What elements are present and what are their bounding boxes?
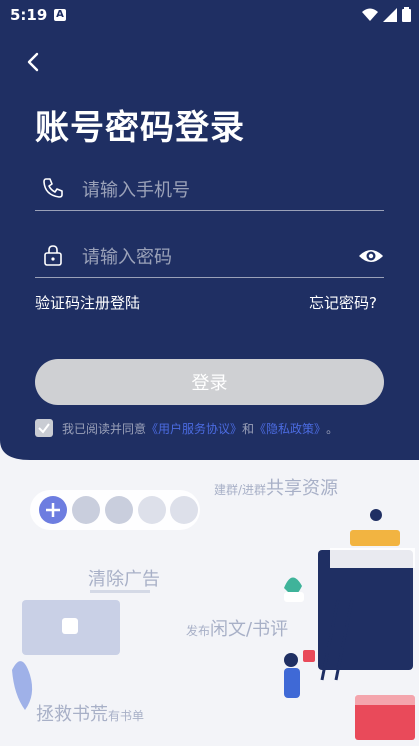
phone-input[interactable] bbox=[80, 174, 344, 206]
page-title: 账号密码登录 bbox=[35, 108, 245, 148]
feature-post: 发布闲文/书评 bbox=[186, 615, 288, 641]
password-field[interactable] bbox=[35, 237, 384, 278]
phone-field[interactable] bbox=[35, 170, 384, 211]
agreement-row: 我已阅读并同意 《用户服务协议》 和 《隐私政策》 。 bbox=[35, 419, 338, 437]
agreement-and: 和 bbox=[242, 421, 255, 436]
back-arrow-icon[interactable] bbox=[22, 50, 46, 74]
feature-share: 建群/进群共享资源 bbox=[214, 474, 338, 500]
feature-share-small: 建群/进群 bbox=[214, 483, 267, 497]
agreement-prefix: 我已阅读并同意 bbox=[62, 421, 147, 436]
check-icon bbox=[38, 423, 50, 434]
privacy-link[interactable]: 《隐私政策》 bbox=[254, 420, 326, 437]
lock-icon bbox=[44, 245, 62, 266]
phone-icon bbox=[43, 178, 63, 198]
terms-link[interactable]: 《用户服务协议》 bbox=[146, 420, 242, 437]
wifi-icon bbox=[362, 8, 378, 21]
feature-rescue: 拯救书荒有书单 bbox=[36, 700, 144, 726]
notification-icon: A bbox=[54, 9, 66, 21]
password-input[interactable] bbox=[80, 241, 344, 273]
feature-rescue-big: 拯救书荒 bbox=[36, 704, 108, 725]
feature-rescue-small: 有书单 bbox=[108, 709, 145, 723]
agree-checkbox[interactable] bbox=[35, 419, 53, 437]
agreement-suffix: 。 bbox=[326, 421, 339, 436]
status-bar: 5:19 A bbox=[0, 0, 419, 30]
login-button[interactable]: 登录 bbox=[35, 359, 384, 405]
feature-share-big: 共享资源 bbox=[266, 478, 339, 499]
forgot-password-link[interactable]: 忘记密码? bbox=[309, 292, 377, 313]
feature-ads: 清除广告 bbox=[88, 569, 160, 590]
feature-post-big: 闲文/书评 bbox=[210, 619, 289, 640]
signal-icon bbox=[383, 7, 397, 22]
eye-icon[interactable] bbox=[358, 245, 384, 267]
feature-post-small: 发布 bbox=[186, 624, 211, 638]
battery-icon bbox=[402, 7, 411, 22]
sms-login-link[interactable]: 验证码注册登陆 bbox=[35, 292, 140, 313]
status-time: 5:19 bbox=[10, 6, 48, 24]
